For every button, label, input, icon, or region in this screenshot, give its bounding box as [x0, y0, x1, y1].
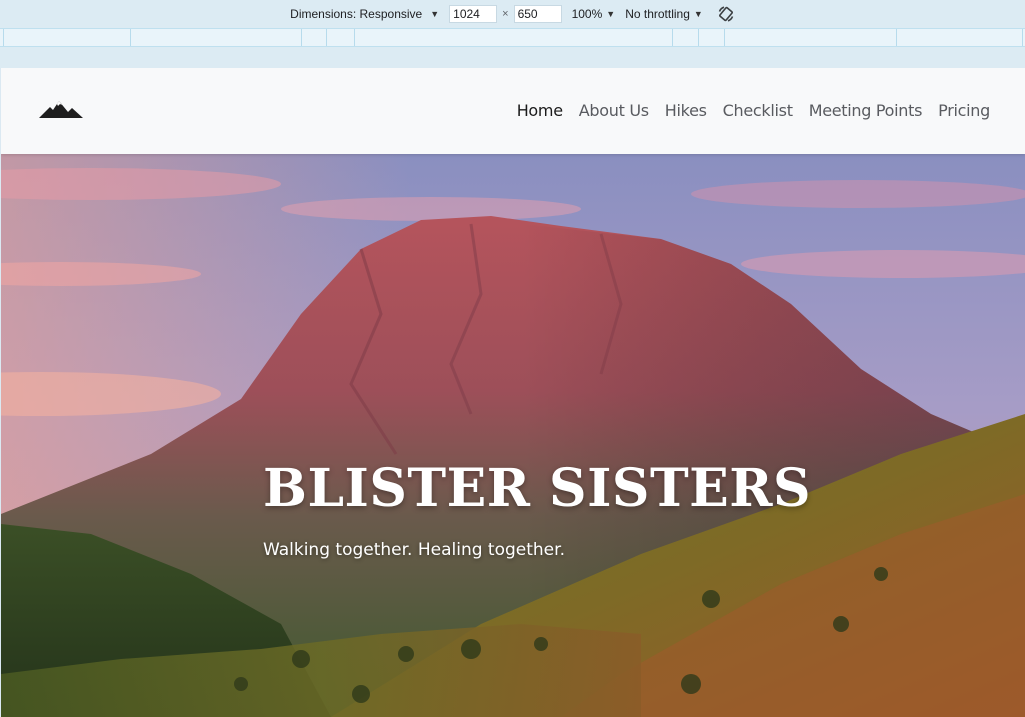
media-query-ruler[interactable] — [0, 28, 1025, 47]
width-input[interactable] — [449, 5, 498, 23]
hero-mountain-image — [1, 154, 1025, 717]
chevron-down-icon[interactable]: ▼ — [694, 9, 703, 19]
hero-subtitle: Walking together. Healing together. — [263, 540, 565, 560]
page-viewport: Home About Us Hikes Checklist Meeting Po… — [1, 68, 1025, 717]
viewport-gutter — [0, 47, 1025, 68]
hero-title: BLISTER SISTERS — [263, 458, 812, 519]
height-input[interactable] — [513, 5, 562, 23]
nav-about-us[interactable]: About Us — [579, 101, 649, 120]
rotate-icon[interactable] — [717, 5, 735, 23]
hero-section: BLISTER SISTERS Walking together. Healin… — [1, 154, 1025, 717]
zoom-dropdown[interactable]: 100% — [572, 7, 603, 21]
nav-checklist[interactable]: Checklist — [723, 101, 793, 120]
mountain-logo-icon[interactable] — [39, 98, 83, 120]
throttling-dropdown[interactable]: No throttling — [625, 7, 690, 21]
times-icon: × — [502, 8, 509, 20]
nav-meeting-points[interactable]: Meeting Points — [809, 101, 923, 120]
main-nav: Home About Us Hikes Checklist Meeting Po… — [517, 101, 991, 120]
nav-hikes[interactable]: Hikes — [665, 101, 707, 120]
device-toolbar: Dimensions: Responsive ▼ × 100% ▼ No thr… — [0, 0, 1025, 28]
chevron-down-icon[interactable]: ▼ — [430, 9, 439, 19]
nav-pricing[interactable]: Pricing — [938, 101, 990, 120]
navbar: Home About Us Hikes Checklist Meeting Po… — [1, 68, 1025, 154]
dimensions-dropdown[interactable]: Dimensions: Responsive — [290, 7, 422, 21]
nav-home[interactable]: Home — [517, 101, 563, 120]
chevron-down-icon[interactable]: ▼ — [606, 9, 615, 19]
